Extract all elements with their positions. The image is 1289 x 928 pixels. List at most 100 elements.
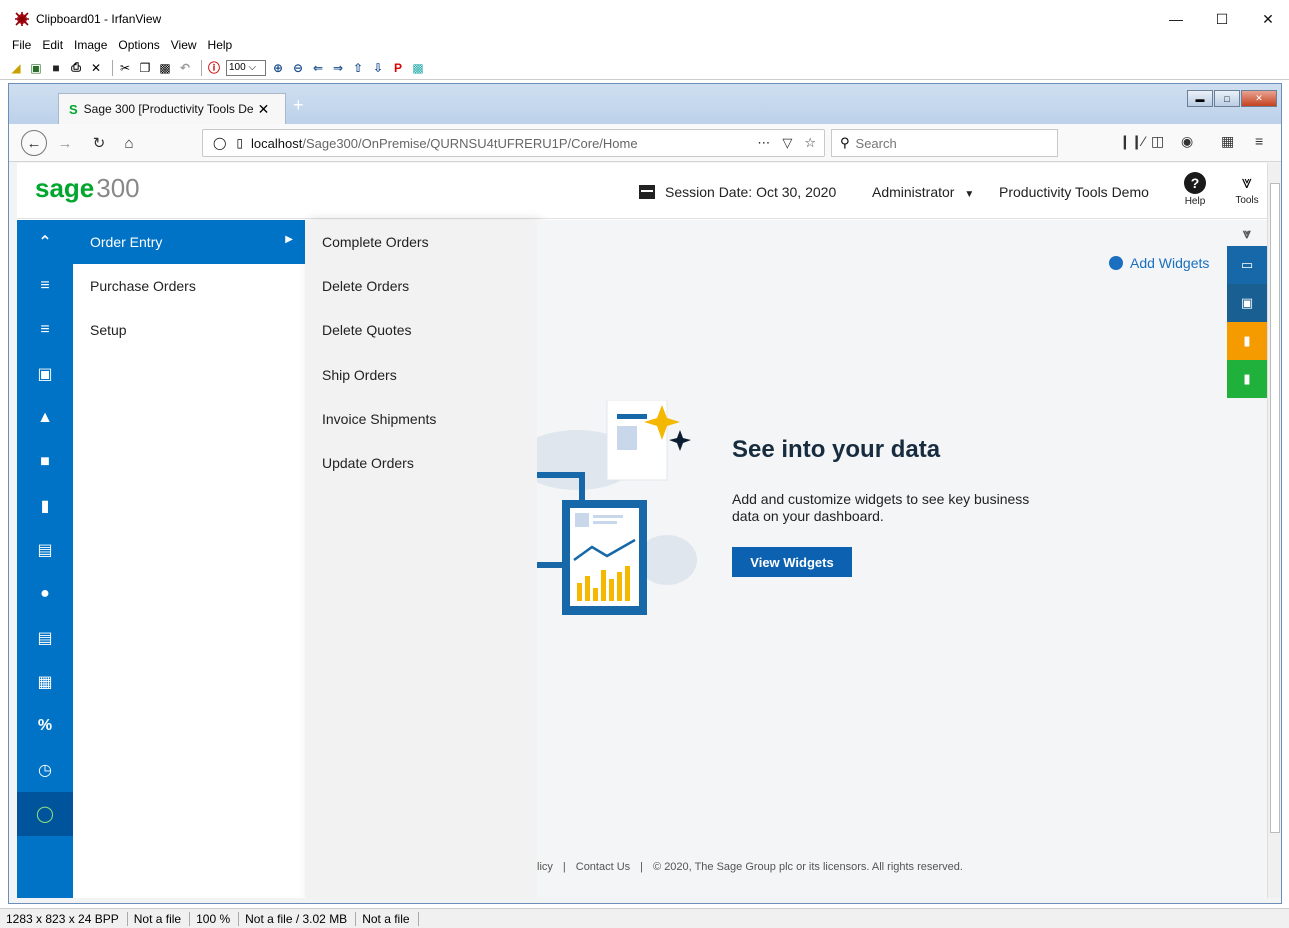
rail-report-icon[interactable]: ▮ (1227, 322, 1267, 360)
submenu-delete-orders[interactable]: Delete Orders (305, 264, 537, 308)
help-button[interactable]: ? Help (1177, 172, 1213, 207)
view-widgets-button[interactable]: View Widgets (732, 547, 852, 577)
paint-icon[interactable]: P (390, 60, 406, 76)
sidebar-toggle-icon[interactable]: ◫ (1151, 133, 1164, 150)
people-icon[interactable]: ● (17, 572, 73, 616)
menu-edit[interactable]: Edit (42, 36, 63, 56)
bank-icon[interactable]: ▲ (17, 396, 73, 440)
open-icon[interactable]: ◢ (8, 60, 24, 76)
tab-close-icon[interactable]: ✕ (258, 101, 270, 118)
scrollbar-thumb[interactable] (1270, 183, 1280, 833)
toolbar-separator (201, 59, 202, 76)
browser-close-button[interactable]: ✕ (1241, 90, 1277, 107)
menu-file[interactable]: File (12, 36, 31, 56)
shield-icon[interactable]: ◯ (213, 136, 226, 150)
last-icon[interactable]: ⇩ (370, 60, 386, 76)
new-tab-icon[interactable]: + (293, 95, 304, 116)
footer-contact-link[interactable]: Contact Us (576, 861, 630, 873)
delete-icon[interactable]: ✕ (88, 60, 104, 76)
tools-button[interactable]: ⩔ Tools (1229, 172, 1265, 206)
minimize-button[interactable]: — (1153, 6, 1199, 32)
paste-icon[interactable]: ▩ (157, 60, 173, 76)
zoom-in-icon[interactable]: ⊕ (270, 60, 286, 76)
page-actions-icon[interactable]: ⋯ (757, 135, 770, 151)
back-icon[interactable]: ← (21, 130, 47, 156)
library-icon[interactable]: ❙❙⁄ (1119, 133, 1145, 150)
slideshow-icon[interactable]: ▣ (28, 60, 44, 76)
user-menu[interactable]: Administrator ▼ (872, 184, 974, 200)
cut-icon[interactable]: ✂ (117, 60, 133, 76)
sage-logo[interactable]: sage300 (35, 173, 140, 204)
menu-help[interactable]: Help (208, 36, 233, 56)
sage-globe-icon[interactable]: ◯ (17, 792, 73, 836)
browser-maximize-button[interactable]: □ (1214, 90, 1240, 107)
submenu-delete-quotes[interactable]: Delete Quotes (305, 308, 537, 352)
rail-lightning-icon[interactable]: ⩔ (1227, 220, 1267, 246)
grid-icon[interactable]: ▦ (17, 660, 73, 704)
first-icon[interactable]: ⇧ (350, 60, 366, 76)
menu-item-order-entry[interactable]: Order Entry ▶ (73, 220, 305, 264)
close-button[interactable]: ✕ (1245, 6, 1289, 32)
submenu-invoice-shipments[interactable]: Invoice Shipments (305, 397, 537, 441)
briefcase-icon[interactable]: ■ (17, 440, 73, 484)
extension-icon[interactable]: ▦ (1221, 133, 1234, 150)
submenu-update-orders[interactable]: Update Orders (305, 441, 537, 485)
rail-window-clock-icon[interactable]: ▣ (1227, 284, 1267, 322)
payables-icon[interactable]: ≡ (17, 308, 73, 352)
account-icon[interactable]: ◉ (1181, 133, 1193, 150)
print-icon[interactable]: ⎙ (68, 60, 84, 76)
stack-icon[interactable]: ▤ (17, 528, 73, 572)
irfanview-toolbar: ◢ ▣ ■ ⎙ ✕ ✂ ❐ ▩ ↶ ⓘ 100 ⌵ ⊕ ⊖ ⇐ ⇒ ⇧ ⇩ P … (0, 56, 1289, 80)
receivables-icon[interactable]: ≡ (17, 264, 73, 308)
page-scrollbar[interactable] (1267, 163, 1281, 898)
plugin-icon[interactable]: ▩ (410, 60, 426, 76)
add-widgets-label: Add Widgets (1130, 255, 1210, 271)
tab-sage300[interactable]: S Sage 300 [Productivity Tools De ✕ (58, 93, 286, 124)
sage-header: sage300 Session Date: Oct 30, 2020 Admin… (17, 163, 1267, 219)
percent-icon[interactable]: % (17, 704, 73, 748)
footer-copyright: © 2020, The Sage Group plc or its licens… (653, 861, 963, 873)
menu-options[interactable]: Options (118, 36, 159, 56)
ledger-icon[interactable]: ▤ (17, 616, 73, 660)
rail-inquiry-icon[interactable]: ▮ (1227, 360, 1267, 398)
copy-icon[interactable]: ❐ (137, 60, 153, 76)
url-bar[interactable]: ◯ ▯ localhost/Sage300/OnPremise/QURNSU4t… (202, 129, 825, 157)
company-name[interactable]: Productivity Tools Demo (999, 184, 1149, 200)
zoom-select[interactable]: 100 ⌵ (226, 59, 266, 76)
menu-item-setup[interactable]: Setup (73, 308, 305, 352)
search-input[interactable] (855, 135, 1046, 151)
clock-icon[interactable]: ◷ (17, 748, 73, 792)
pocket-icon[interactable]: ▽ (782, 135, 792, 151)
help-label: Help (1184, 196, 1206, 207)
home-icon[interactable]: ⌃ (17, 220, 73, 264)
menu-image[interactable]: Image (74, 36, 107, 56)
forward-icon[interactable]: → (53, 131, 77, 155)
info-icon[interactable]: ⓘ (206, 60, 222, 76)
menu-item-label: Order Entry (90, 234, 163, 250)
menu-item-purchase-orders[interactable]: Purchase Orders (73, 264, 305, 308)
folder-icon[interactable]: ▮ (17, 484, 73, 528)
submenu-complete-orders[interactable]: Complete Orders (305, 220, 537, 264)
bookmark-star-icon[interactable]: ☆ (804, 135, 816, 151)
home-page-icon[interactable]: ⌂ (117, 131, 141, 155)
hamburger-menu-icon[interactable]: ≡ (1255, 133, 1263, 149)
menu-view[interactable]: View (171, 36, 197, 56)
zoom-out-icon[interactable]: ⊖ (290, 60, 306, 76)
submenu-ship-orders[interactable]: Ship Orders (305, 353, 537, 397)
footer-privacy-link[interactable]: licy (537, 861, 553, 873)
rail-window-icon[interactable]: ▭ (1227, 246, 1267, 284)
save-icon[interactable]: ■ (48, 60, 64, 76)
browser-minimize-button[interactable]: ▬ (1187, 90, 1213, 107)
search-bar[interactable]: ⚲ (831, 129, 1058, 157)
status-dimensions: 1283 x 823 x 24 BPP (6, 911, 128, 926)
previous-icon[interactable]: ⇐ (310, 60, 326, 76)
status-file-2: Not a file (362, 911, 419, 926)
add-widgets-link[interactable]: Add Widgets (1109, 255, 1209, 271)
reload-icon[interactable]: ↻ (87, 131, 111, 155)
lock-icon[interactable]: ▣ (17, 352, 73, 396)
sage300-app: sage300 Session Date: Oct 30, 2020 Admin… (17, 163, 1267, 898)
session-date[interactable]: Session Date: Oct 30, 2020 (639, 184, 836, 200)
maximize-button[interactable]: ☐ (1199, 6, 1245, 32)
undo-icon[interactable]: ↶ (177, 60, 193, 76)
next-icon[interactable]: ⇒ (330, 60, 346, 76)
